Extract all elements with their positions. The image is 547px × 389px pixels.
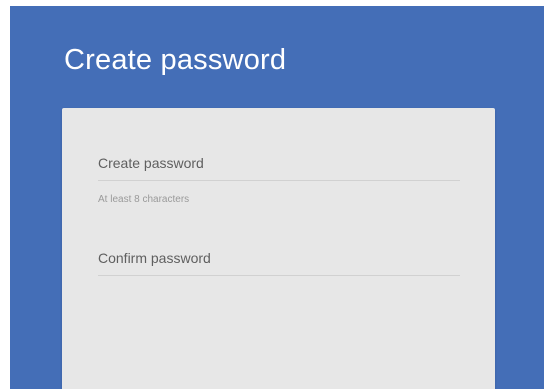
password-form-card: At least 8 characters (62, 108, 495, 389)
password-hint: At least 8 characters (98, 194, 190, 205)
page-title: Create password (64, 44, 287, 76)
create-password-field (98, 148, 460, 181)
create-password-input[interactable] (98, 148, 460, 178)
app-background: Create password At least 8 characters (10, 6, 544, 389)
confirm-password-input[interactable] (98, 243, 460, 273)
confirm-password-field (98, 243, 460, 276)
